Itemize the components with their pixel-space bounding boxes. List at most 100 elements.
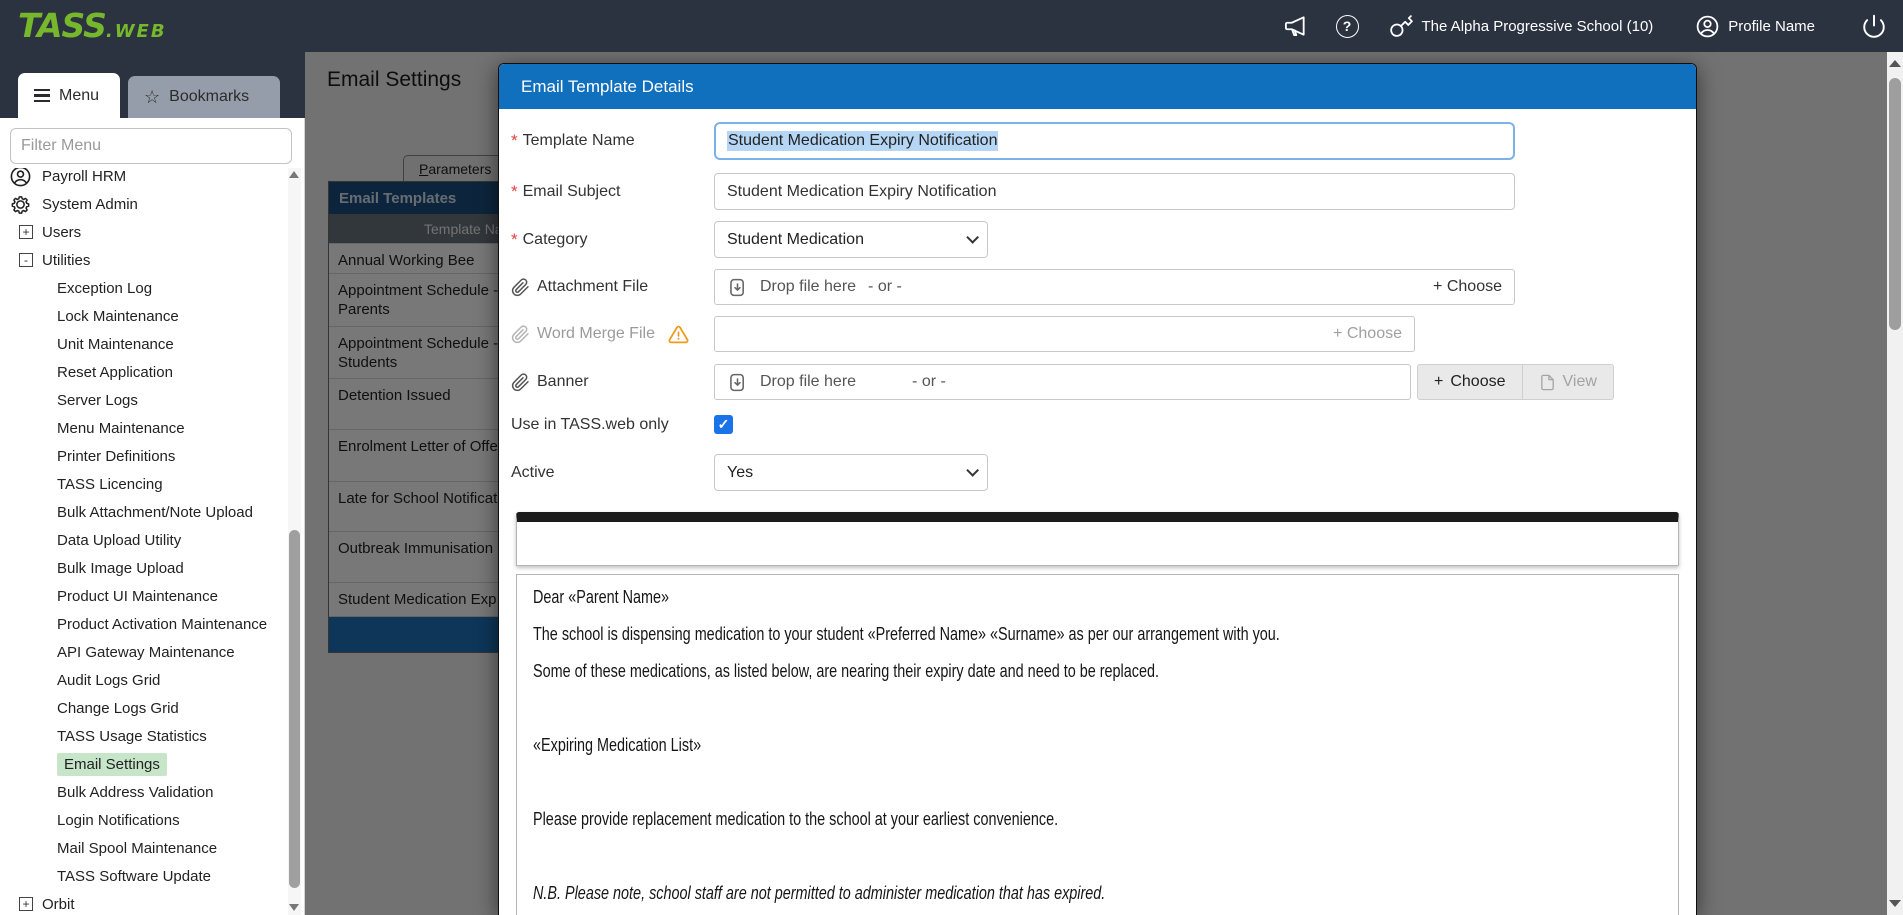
scroll-down-icon[interactable] <box>1889 900 1901 907</box>
sidebar-item-data-upload-utility[interactable]: Data Upload Utility <box>0 526 288 554</box>
sidebar-item-users[interactable]: +Users <box>0 218 288 246</box>
sidebar: Payroll HRM System Admin +Users-Utilities E… <box>0 118 305 915</box>
sidebar-item-tass-licencing[interactable]: TASS Licencing <box>0 470 288 498</box>
editor-paragraph: N.B. Please note, school staff are not p… <box>533 875 1449 912</box>
active-select[interactable]: Yes <box>714 454 988 491</box>
template-name-input[interactable]: Student Medication Expiry Notification <box>714 122 1515 160</box>
filter-menu-input[interactable] <box>10 128 292 164</box>
school-context-switcher[interactable]: The Alpha Progressive School (10) <box>1389 14 1654 39</box>
editor-paragraph <box>533 690 1449 727</box>
sidebar-item-menu-maintenance[interactable]: Menu Maintenance <box>0 414 288 442</box>
paperclip-icon <box>511 373 530 392</box>
email-subject-input[interactable] <box>714 173 1515 210</box>
page-scrollbar[interactable] <box>1887 52 1903 915</box>
sidebar-header: Menu ☆ Bookmarks <box>0 52 305 118</box>
sidebar-item-product-ui-maintenance[interactable]: Product UI Maintenance <box>0 582 288 610</box>
sidebar-item-label: Exception Log <box>57 280 152 297</box>
expand-icon[interactable]: + <box>19 225 33 239</box>
sidebar-item-unit-maintenance[interactable]: Unit Maintenance <box>0 330 288 358</box>
page-scrollbar-thumb[interactable] <box>1889 78 1901 330</box>
gear-icon <box>8 192 32 216</box>
sidebar-scrollbar-thumb[interactable] <box>289 530 300 888</box>
announcements-icon[interactable] <box>1282 13 1308 39</box>
editor-paragraph <box>533 838 1449 875</box>
sidebar-item-label: Bulk Image Upload <box>57 560 184 577</box>
sidebar-item-printer-definitions[interactable]: Printer Definitions <box>0 442 288 470</box>
scroll-up-icon[interactable] <box>1889 60 1901 67</box>
editor-paragraph: Please provide replacement medication to… <box>533 801 1449 838</box>
editor-paragraph: Dear «Parent Name» <box>533 579 1449 616</box>
top-navbar: TASS.WEB ? The Alpha Progressive School … <box>0 0 1903 52</box>
banner-choose-button[interactable]: +Choose <box>1417 364 1523 400</box>
sidebar-item-exception-log[interactable]: Exception Log <box>0 274 288 302</box>
sidebar-item-label: Product Activation Maintenance <box>57 616 267 633</box>
sidebar-item-server-logs[interactable]: Server Logs <box>0 386 288 414</box>
sidebar-item-change-logs-grid[interactable]: Change Logs Grid <box>0 694 288 722</box>
tab-menu[interactable]: Menu <box>18 73 120 118</box>
active-label: Active <box>511 464 714 482</box>
sidebar-item-label: Bulk Address Validation <box>57 784 213 801</box>
key-icon <box>1389 14 1414 39</box>
banner-view-button[interactable]: View <box>1523 364 1614 400</box>
sidebar-item-label: API Gateway Maintenance <box>57 644 235 661</box>
drop-file-icon <box>727 372 748 393</box>
use-in-tass-label: Use in TASS.web only <box>511 416 714 434</box>
sidebar-item-label: Bulk Attachment/Note Upload <box>57 504 253 521</box>
category-value: Student Medication <box>727 231 864 249</box>
sidebar-item-label: Change Logs Grid <box>57 700 179 717</box>
check-icon: ✓ <box>718 416 730 433</box>
sidebar-item-system-admin[interactable]: System Admin <box>0 190 288 218</box>
sidebar-item-email-settings[interactable]: Email Settings <box>0 750 288 778</box>
editor-toolbar[interactable] <box>516 512 1679 566</box>
sidebar-item-label: Reset Application <box>57 364 173 381</box>
sidebar-item-api-gateway-maintenance[interactable]: API Gateway Maintenance <box>0 638 288 666</box>
sidebar-item-label: Server Logs <box>57 392 138 409</box>
tass-web-logo[interactable]: TASS.WEB <box>18 6 167 45</box>
sidebar-item-product-activation-maintenance[interactable]: Product Activation Maintenance <box>0 610 288 638</box>
sidebar-item-bulk-address-validation[interactable]: Bulk Address Validation <box>0 778 288 806</box>
banner-dropzone[interactable]: Drop file here - or - <box>714 364 1411 400</box>
sidebar-item-login-notifications[interactable]: Login Notifications <box>0 806 288 834</box>
chevron-down-icon <box>966 231 979 244</box>
plus-icon: + <box>1333 325 1342 342</box>
editor-paragraph: Some of these medications, as listed bel… <box>533 653 1449 690</box>
profile-name-label: Profile Name <box>1728 18 1815 35</box>
use-in-tass-checkbox[interactable]: ✓ <box>714 415 733 434</box>
sidebar-item-bulk-image-upload[interactable]: Bulk Image Upload <box>0 554 288 582</box>
sidebar-item-label: Data Upload Utility <box>57 532 181 549</box>
file-icon <box>1539 374 1556 391</box>
attachment-choose-button[interactable]: + Choose <box>1433 278 1502 296</box>
sidebar-item-orbit[interactable]: + Orbit <box>0 890 288 915</box>
sidebar-item-reset-application[interactable]: Reset Application <box>0 358 288 386</box>
sidebar-item-label: Payroll HRM <box>42 168 126 185</box>
attachment-file-label: Attachment File <box>537 278 648 296</box>
profile-icon <box>1695 14 1720 39</box>
help-icon[interactable]: ? <box>1336 15 1359 38</box>
scroll-up-icon[interactable] <box>289 171 299 178</box>
sidebar-item-payroll-hrm[interactable]: Payroll HRM <box>0 168 288 190</box>
sidebar-item-audit-logs-grid[interactable]: Audit Logs Grid <box>0 666 288 694</box>
scroll-down-icon[interactable] <box>289 904 299 911</box>
sidebar-item-bulk-attachment-note-upload[interactable]: Bulk Attachment/Note Upload <box>0 498 288 526</box>
sidebar-scrollbar[interactable] <box>288 168 301 915</box>
sidebar-item-lock-maintenance[interactable]: Lock Maintenance <box>0 302 288 330</box>
collapse-icon[interactable]: - <box>19 253 33 267</box>
drop-text: Drop file here <box>760 373 856 391</box>
sidebar-item-tass-software-update[interactable]: TASS Software Update <box>0 862 288 890</box>
category-select[interactable]: Student Medication <box>714 221 988 258</box>
attachment-dropzone[interactable]: Drop file here - or - + Choose <box>714 269 1515 305</box>
profile-menu[interactable]: Profile Name <box>1695 14 1815 39</box>
editor-content[interactable]: Dear «Parent Name»The school is dispensi… <box>516 574 1679 915</box>
sidebar-item-label: System Admin <box>42 196 138 213</box>
expand-icon[interactable]: + <box>19 897 33 911</box>
tab-bookmarks[interactable]: ☆ Bookmarks <box>128 76 280 118</box>
sidebar-item-label: Menu Maintenance <box>57 420 185 437</box>
sidebar-item-utilities[interactable]: -Utilities <box>0 246 288 274</box>
power-icon[interactable] <box>1861 13 1887 39</box>
sidebar-item-tass-usage-statistics[interactable]: TASS Usage Statistics <box>0 722 288 750</box>
sidebar-item-mail-spool-maintenance[interactable]: Mail Spool Maintenance <box>0 834 288 862</box>
sidebar-item-label: Orbit <box>42 896 75 913</box>
sidebar-item-label: TASS Usage Statistics <box>57 728 207 745</box>
template-name-value: Student Medication Expiry Notification <box>727 131 998 151</box>
word-merge-choose-button[interactable]: + Choose <box>1333 325 1402 343</box>
